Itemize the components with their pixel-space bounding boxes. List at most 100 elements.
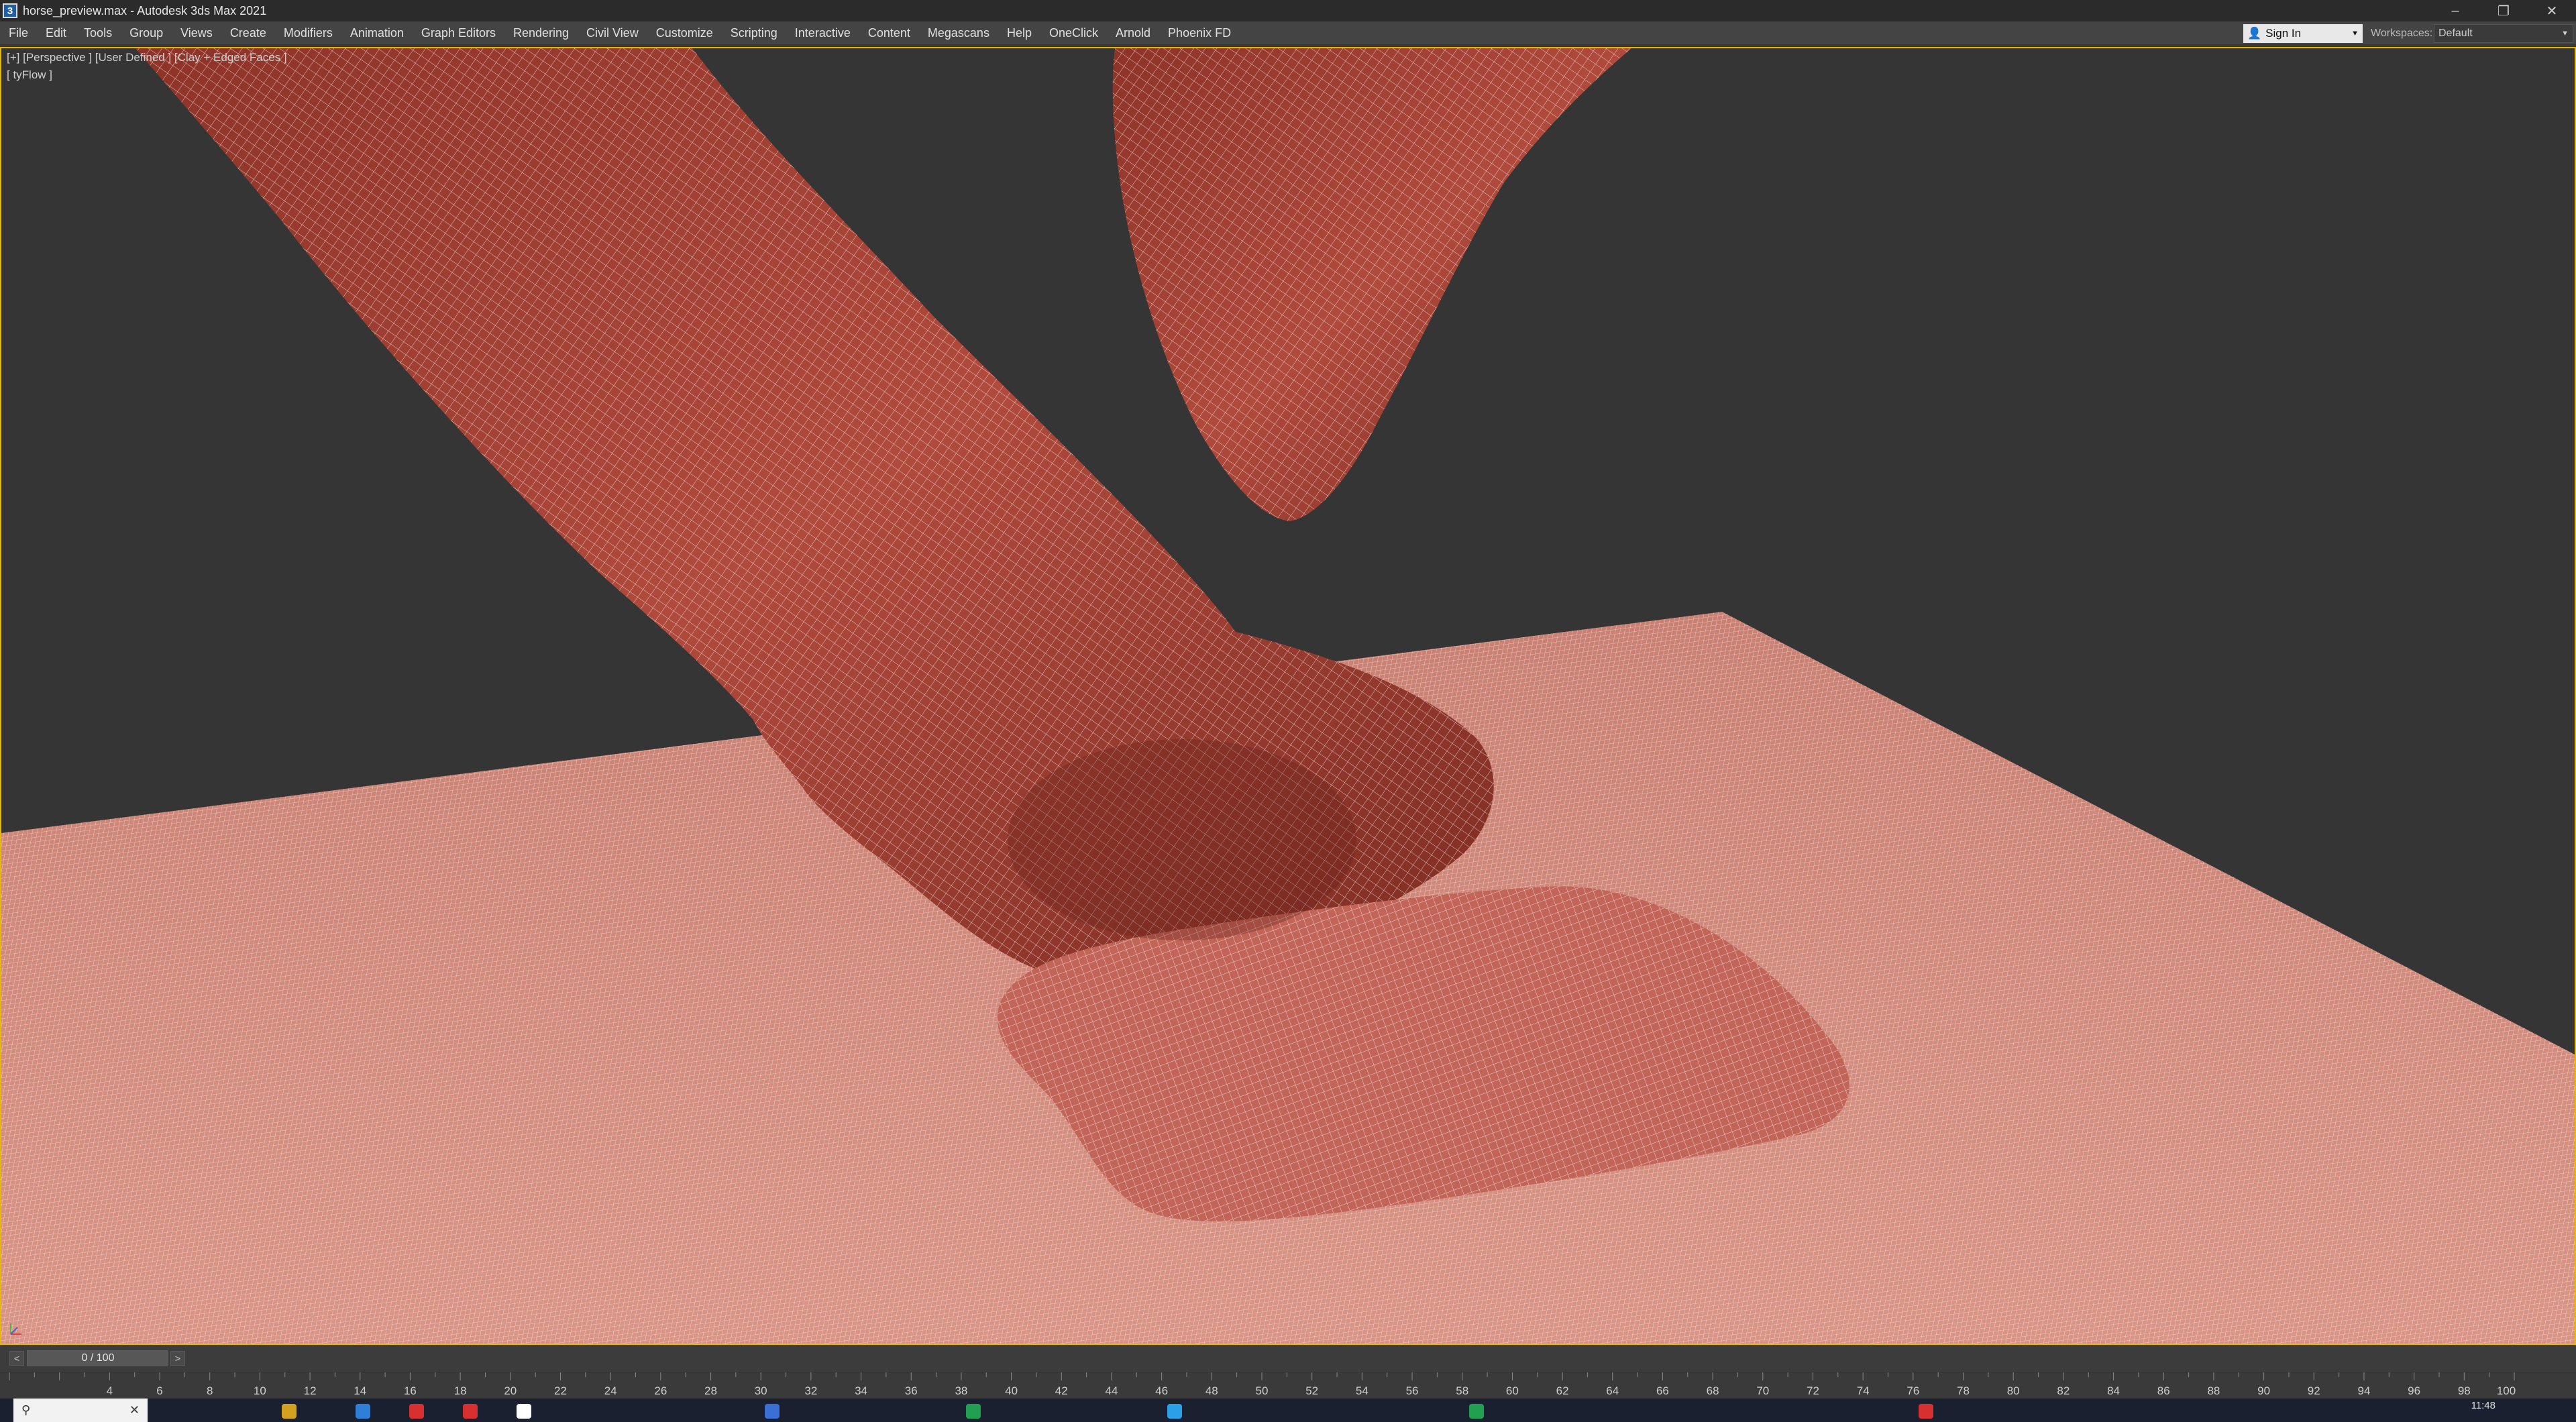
time-slider: < 0 / 100 > bbox=[0, 1345, 2576, 1372]
ruler-tick-label: 44 bbox=[1105, 1384, 1118, 1397]
workspaces-label: Workspaces: bbox=[2371, 28, 2433, 39]
ruler-tick-label: 94 bbox=[2357, 1384, 2371, 1397]
menu-content[interactable]: Content bbox=[859, 21, 919, 45]
ruler-tick-label: 68 bbox=[1706, 1384, 1719, 1397]
menu-graph-editors[interactable]: Graph Editors bbox=[413, 21, 504, 45]
taskbar-search[interactable]: ⚲ ✕ bbox=[13, 1399, 148, 1422]
ruler-tick-label: 62 bbox=[1556, 1384, 1569, 1397]
axis-gizmo-icon bbox=[10, 1323, 21, 1335]
ruler-tick-label: 30 bbox=[754, 1384, 767, 1397]
app-icon[interactable] bbox=[517, 1404, 531, 1419]
folder-icon[interactable] bbox=[282, 1404, 297, 1419]
ruler-tick-label: 28 bbox=[704, 1384, 717, 1397]
title-bar: 3 horse_preview.max - Autodesk 3ds Max 2… bbox=[0, 0, 2576, 21]
ruler-tick-label: 98 bbox=[2457, 1384, 2471, 1397]
ruler-tick-label: 22 bbox=[554, 1384, 567, 1397]
ruler-tick-label: 88 bbox=[2207, 1384, 2220, 1397]
menu-customize[interactable]: Customize bbox=[647, 21, 722, 45]
time-slider-track[interactable]: 0 / 100 bbox=[27, 1350, 168, 1366]
app-icon[interactable] bbox=[356, 1404, 370, 1419]
menu-help[interactable]: Help bbox=[998, 21, 1040, 45]
ruler-tick-label: 40 bbox=[1005, 1384, 1018, 1397]
menu-megascans[interactable]: Megascans bbox=[919, 21, 998, 45]
menu-interactive[interactable]: Interactive bbox=[786, 21, 859, 45]
window-title: horse_preview.max - Autodesk 3ds Max 202… bbox=[23, 3, 267, 17]
ruler-tick-label: 42 bbox=[1055, 1384, 1068, 1397]
time-slider-prev-button[interactable]: < bbox=[9, 1351, 24, 1366]
ruler-tick-label: 76 bbox=[1907, 1384, 1920, 1397]
menu-file[interactable]: File bbox=[0, 21, 37, 45]
menu-oneclick[interactable]: OneClick bbox=[1040, 21, 1107, 45]
taskbar-clock[interactable]: 11:48 bbox=[2471, 1400, 2496, 1411]
menu-arnold[interactable]: Arnold bbox=[1107, 21, 1159, 45]
ruler-tick-label: 60 bbox=[1505, 1384, 1519, 1397]
viewport-scene bbox=[1, 48, 2575, 1344]
viewport-label[interactable]: [+] [Perspective ] [User Defined ] [Clay… bbox=[7, 51, 287, 64]
ruler-tick-label: 12 bbox=[303, 1384, 317, 1397]
3ds-max-app-icon[interactable]: 3 bbox=[3, 3, 17, 18]
app-icon[interactable] bbox=[966, 1404, 981, 1419]
menu-phoenix-fd[interactable]: Phoenix FD bbox=[1159, 21, 1240, 45]
ruler-tick-label: 64 bbox=[1606, 1384, 1619, 1397]
ruler-tick-label: 66 bbox=[1656, 1384, 1669, 1397]
ruler-tick-label: 26 bbox=[654, 1384, 667, 1397]
ruler-tick-label: 46 bbox=[1155, 1384, 1169, 1397]
menu-items: File Edit Tools Group Views Create Modifiers An… bbox=[0, 21, 1240, 45]
fetlock-shading bbox=[1008, 739, 1356, 940]
frame-ruler[interactable]: 4 6 8 10 12 14 16 18 20 22 24 26 28 30 32 34 36 38 40 42 44 4… bbox=[0, 1372, 2576, 1399]
menu-rendering[interactable]: Rendering bbox=[504, 21, 578, 45]
ruler-tick-label: 6 bbox=[156, 1384, 163, 1397]
search-icon: ⚲ bbox=[21, 1403, 31, 1417]
ruler-tick-label: 16 bbox=[403, 1384, 417, 1397]
ruler-tick-label: 14 bbox=[354, 1384, 367, 1397]
workspaces-value: Default bbox=[2438, 28, 2473, 39]
menu-create[interactable]: Create bbox=[221, 21, 275, 45]
chevron-down-icon: ▼ bbox=[2561, 30, 2569, 38]
frame-ruler-ticks bbox=[9, 1372, 2515, 1380]
app-icon[interactable] bbox=[765, 1404, 780, 1419]
minimize-icon[interactable]: – bbox=[2431, 0, 2479, 21]
menu-modifiers[interactable]: Modifiers bbox=[275, 21, 341, 45]
ruler-tick-label: 74 bbox=[1856, 1384, 1870, 1397]
ruler-tick-label: 52 bbox=[1305, 1384, 1319, 1397]
time-slider-next-button[interactable]: > bbox=[170, 1351, 185, 1366]
ruler-tick-label: 100 bbox=[2496, 1384, 2516, 1397]
chevron-down-icon: ▼ bbox=[2351, 30, 2359, 38]
perspective-viewport[interactable]: [+] [Perspective ] [User Defined ] [Clay… bbox=[0, 47, 2576, 1345]
menu-civil-view[interactable]: Civil View bbox=[578, 21, 647, 45]
app-icon[interactable] bbox=[1919, 1404, 1933, 1419]
close-icon[interactable]: ✕ bbox=[2528, 0, 2576, 21]
ruler-tick-label: 54 bbox=[1355, 1384, 1368, 1397]
ruler-tick-label: 36 bbox=[904, 1384, 918, 1397]
window-controls: – ❐ ✕ bbox=[2431, 0, 2576, 21]
menu-animation[interactable]: Animation bbox=[341, 21, 413, 45]
menu-edit[interactable]: Edit bbox=[37, 21, 75, 45]
app-icon[interactable] bbox=[1469, 1404, 1484, 1419]
ruler-tick-label: 24 bbox=[604, 1384, 617, 1397]
ruler-tick-label: 20 bbox=[504, 1384, 517, 1397]
time-slider-thumb[interactable]: 0 / 100 bbox=[28, 1351, 168, 1366]
ruler-tick-label: 86 bbox=[2157, 1384, 2170, 1397]
menu-views[interactable]: Views bbox=[172, 21, 221, 45]
tyflow-label[interactable]: [ tyFlow ] bbox=[7, 68, 52, 82]
ruler-tick-label: 82 bbox=[2057, 1384, 2070, 1397]
menu-tools[interactable]: Tools bbox=[75, 21, 121, 45]
ruler-tick-label: 96 bbox=[2408, 1384, 2421, 1397]
browser-icon[interactable] bbox=[409, 1404, 424, 1419]
menu-bar: File Edit Tools Group Views Create Modifiers An… bbox=[0, 21, 2576, 46]
ruler-tick-label: 70 bbox=[1756, 1384, 1770, 1397]
restore-icon[interactable]: ❐ bbox=[2479, 0, 2528, 21]
ruler-tick-label: 32 bbox=[804, 1384, 818, 1397]
ruler-tick-label: 10 bbox=[253, 1384, 266, 1397]
workspaces-dropdown[interactable]: Default ▼ bbox=[2434, 24, 2573, 43]
sign-in-label: Sign In bbox=[2265, 27, 2302, 40]
menu-scripting[interactable]: Scripting bbox=[722, 21, 786, 45]
sign-in-dropdown[interactable]: 👤 Sign In ▼ bbox=[2243, 24, 2363, 43]
ruler-tick-label: 72 bbox=[1807, 1384, 1819, 1397]
ruler-tick-label: 80 bbox=[2006, 1384, 2020, 1397]
app-icon[interactable] bbox=[463, 1404, 478, 1419]
ruler-tick-label: 58 bbox=[1456, 1384, 1469, 1397]
3ds-max-taskbar-icon[interactable] bbox=[1167, 1404, 1182, 1419]
menu-group[interactable]: Group bbox=[121, 21, 172, 45]
close-icon[interactable]: ✕ bbox=[129, 1403, 140, 1417]
